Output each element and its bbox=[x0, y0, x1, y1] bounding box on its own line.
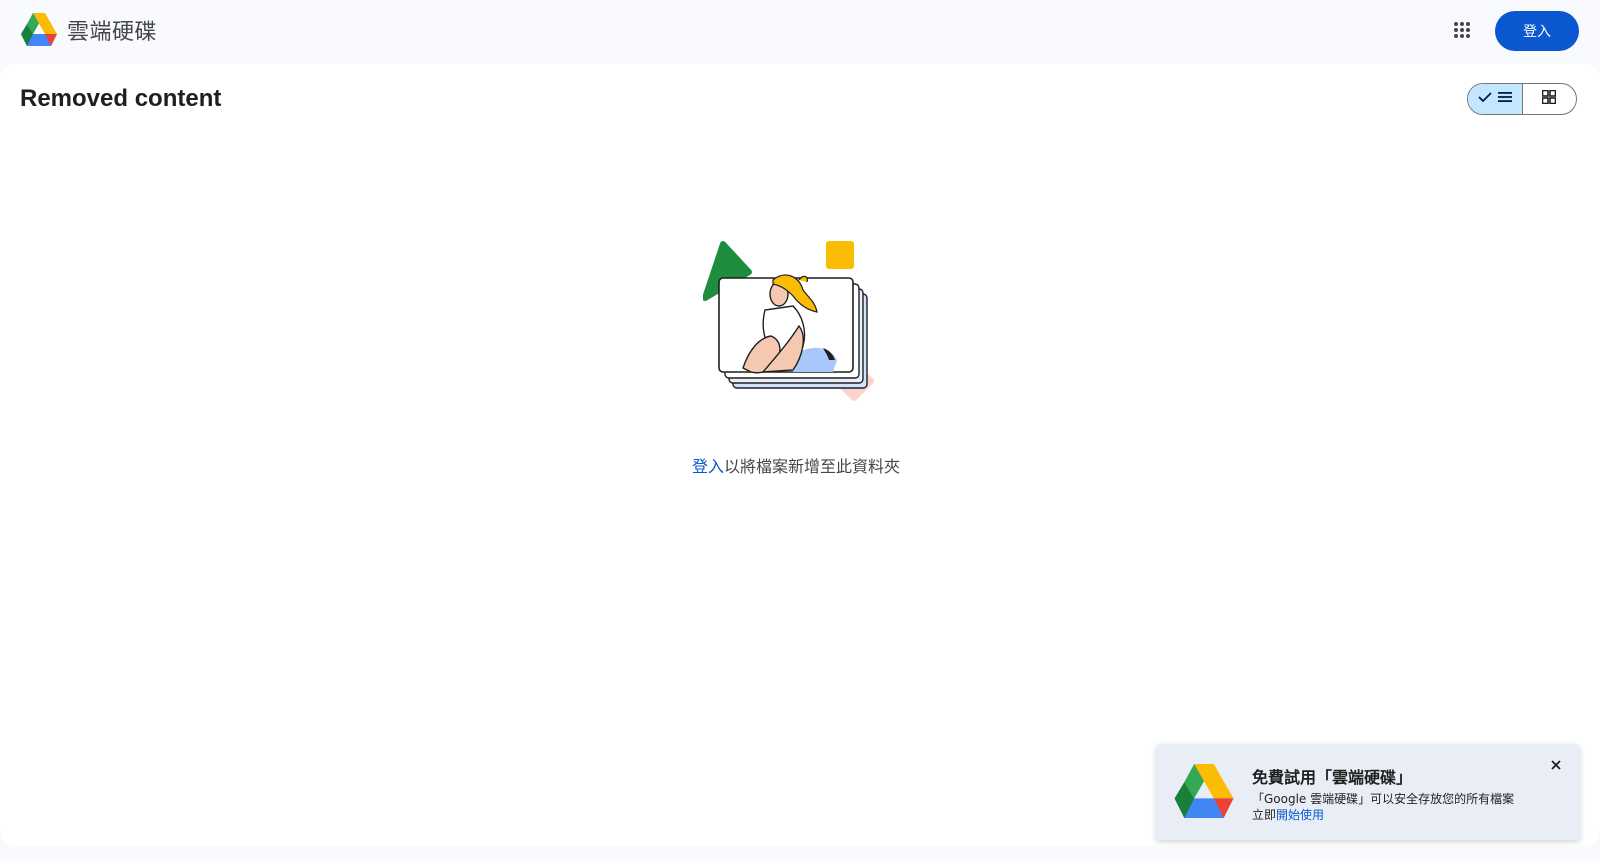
page-title: Removed content bbox=[20, 85, 222, 112]
view-toggle bbox=[1467, 83, 1577, 115]
app-name: 雲端硬碟 bbox=[67, 19, 158, 45]
drive-promo-logo-icon bbox=[1174, 764, 1234, 823]
top-bar: 雲端硬碟 登入 bbox=[0, 0, 1600, 64]
promo-body: 「Google 雲端硬碟」可以安全存放您的所有檔案 立即開始使用 bbox=[1252, 791, 1514, 823]
empty-state-text: 以將檔案新增至此資料夾 bbox=[724, 457, 901, 476]
sign-in-link[interactable]: 登入 bbox=[692, 457, 724, 476]
grid-view-icon bbox=[1541, 89, 1557, 109]
promo-close-button[interactable] bbox=[1546, 756, 1566, 776]
empty-folder-illustration bbox=[702, 240, 887, 421]
drive-logo-icon bbox=[21, 13, 57, 46]
get-started-link[interactable]: 開始使用 bbox=[1276, 808, 1324, 822]
google-apps-button[interactable] bbox=[1444, 19, 1480, 45]
grid-view-button[interactable] bbox=[1523, 84, 1577, 114]
brand[interactable]: 雲端硬碟 bbox=[21, 13, 157, 46]
close-icon bbox=[1551, 757, 1561, 775]
main-content: Removed content 登入以將檔案新增至此資料夾 bbox=[0, 64, 1600, 846]
apps-grid-icon bbox=[1453, 21, 1471, 44]
check-icon bbox=[1478, 90, 1492, 108]
empty-state-message: 登入以將檔案新增至此資料夾 bbox=[0, 453, 1592, 477]
sign-in-button[interactable]: 登入 bbox=[1495, 11, 1579, 51]
promo-body-prefix: 立即 bbox=[1252, 808, 1277, 822]
list-view-icon bbox=[1497, 90, 1512, 108]
promo-body-line: 「Google 雲端硬碟」可以安全存放您的所有檔案 bbox=[1252, 792, 1515, 806]
list-view-button[interactable] bbox=[1468, 84, 1523, 114]
promo-title: 免費試用「雲端硬碟」 bbox=[1252, 768, 1413, 787]
promo-banner: 免費試用「雲端硬碟」 「Google 雲端硬碟」可以安全存放您的所有檔案 立即開… bbox=[1156, 744, 1580, 840]
